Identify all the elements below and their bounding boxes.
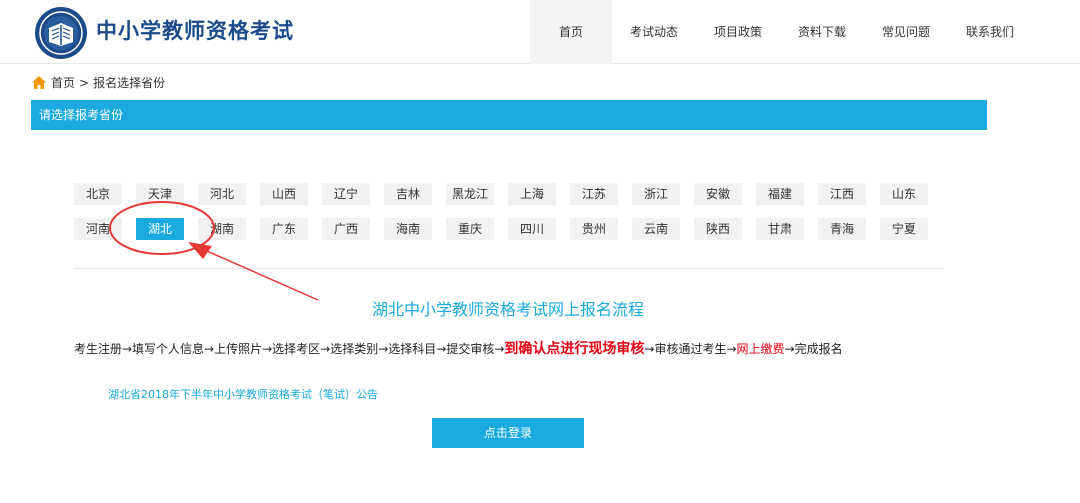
province-liaoning[interactable]: 辽宁 — [322, 183, 370, 205]
province-yunnan[interactable]: 云南 — [632, 218, 680, 240]
site-title[interactable]: 中小学教师资格考试 — [96, 15, 294, 45]
annotation-arrow-head — [188, 242, 212, 259]
province-shanghai[interactable]: 上海 — [508, 183, 556, 205]
province-anhui[interactable]: 安徽 — [694, 183, 742, 205]
notice-link[interactable]: 湖北省2018年下半年中小学教师资格考试（笔试）公告 — [108, 386, 378, 402]
province-chongqing[interactable]: 重庆 — [446, 218, 494, 240]
divider — [74, 268, 944, 269]
nav-exam-news[interactable]: 考试动态 — [612, 0, 696, 64]
emblem-book-icon[interactable] — [34, 6, 88, 60]
province-shaanxi[interactable]: 陕西 — [694, 218, 742, 240]
province-guizhou[interactable]: 贵州 — [570, 218, 618, 240]
province-shanxi[interactable]: 山西 — [260, 183, 308, 205]
flow-steps: 考生注册→填写个人信息→上传照片→选择考区→选择类别→选择科目→提交审核→到确认… — [74, 338, 843, 358]
nav-policies[interactable]: 项目政策 — [696, 0, 780, 64]
flow-steps-part3: →完成报名 — [784, 342, 843, 356]
province-hunan[interactable]: 湖南 — [198, 218, 246, 240]
province-guangxi[interactable]: 广西 — [322, 218, 370, 240]
nav-faq[interactable]: 常见问题 — [864, 0, 948, 64]
province-jiangsu[interactable]: 江苏 — [570, 183, 618, 205]
flow-highlight-onsite-review: 到确认点进行现场审核 — [504, 341, 645, 357]
province-hainan[interactable]: 海南 — [384, 218, 432, 240]
province-gansu[interactable]: 甘肃 — [756, 218, 804, 240]
flow-highlight-online-payment: 网上缴费 — [736, 342, 785, 356]
province-shandong[interactable]: 山东 — [880, 183, 928, 205]
nav-contact[interactable]: 联系我们 — [948, 0, 1032, 64]
province-fujian[interactable]: 福建 — [756, 183, 804, 205]
section-title-bar: 请选择报考省份 — [31, 100, 987, 130]
annotation-arrow-line — [199, 247, 319, 301]
province-tianjin[interactable]: 天津 — [136, 183, 184, 205]
province-ningxia[interactable]: 宁夏 — [880, 218, 928, 240]
province-beijing[interactable]: 北京 — [74, 183, 122, 205]
flow-title: 湖北中小学教师资格考试网上报名流程 — [371, 300, 644, 319]
province-guangdong[interactable]: 广东 — [260, 218, 308, 240]
province-hubei[interactable]: 湖北 — [136, 218, 184, 240]
breadcrumb-separator: > — [79, 75, 90, 90]
province-sichuan[interactable]: 四川 — [508, 218, 556, 240]
flow-steps-part2: →审核通过考生→ — [644, 342, 737, 356]
flow-steps-part1: 考生注册→填写个人信息→上传照片→选择考区→选择类别→选择科目→提交审核→ — [74, 342, 505, 356]
login-button[interactable]: 点击登录 — [432, 418, 584, 448]
breadcrumb-current: 报名选择省份 — [93, 76, 166, 90]
province-heilongjiang[interactable]: 黑龙江 — [446, 183, 494, 205]
province-jilin[interactable]: 吉林 — [384, 183, 432, 205]
province-zhejiang[interactable]: 浙江 — [632, 183, 680, 205]
province-jiangxi[interactable]: 江西 — [818, 183, 866, 205]
breadcrumb: 首页 > 报名选择省份 — [32, 74, 165, 91]
province-hebei[interactable]: 河北 — [198, 183, 246, 205]
breadcrumb-home[interactable]: 首页 — [51, 74, 75, 91]
nav-home[interactable]: 首页 — [530, 0, 612, 64]
province-henan[interactable]: 河南 — [74, 218, 122, 240]
province-qinghai[interactable]: 青海 — [818, 218, 866, 240]
main-nav: 首页 考试动态 项目政策 资料下载 常见问题 联系我们 — [530, 0, 1032, 64]
page: 中小学教师资格考试 首页 考试动态 项目政策 资料下载 常见问题 联系我们 首页… — [0, 0, 1080, 503]
home-icon — [32, 76, 46, 89]
header: 中小学教师资格考试 首页 考试动态 项目政策 资料下载 常见问题 联系我们 — [0, 0, 1080, 64]
nav-downloads[interactable]: 资料下载 — [780, 0, 864, 64]
